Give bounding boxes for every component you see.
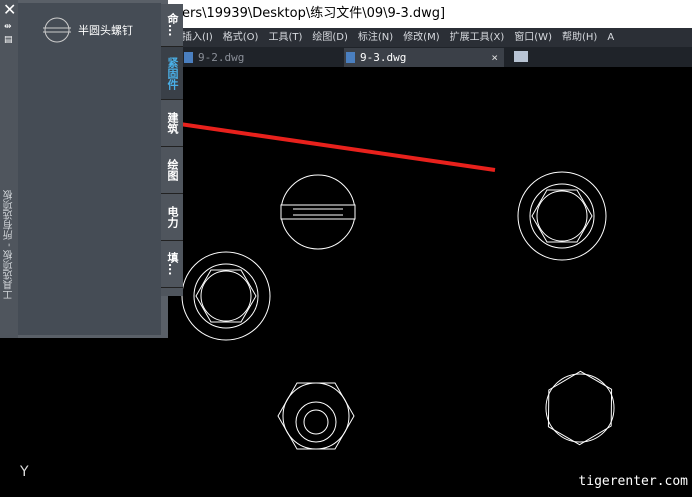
palette-tabs: 命... 紧固件 建筑 绘图 电力 填... [161, 4, 183, 296]
menu-insert[interactable]: 插入(I) [182, 28, 213, 47]
round-head-screw-icon [43, 17, 71, 43]
close-tab-icon[interactable]: × [491, 48, 498, 67]
doc-tab-label: 9-3.dwg [360, 51, 407, 64]
doc-tab-9-3[interactable]: 9-3.dwg × [344, 48, 504, 67]
palette-title: 工具选项板 - 所有选项板 [4, 190, 15, 300]
menu-draw[interactable]: 绘图(D) [312, 28, 348, 47]
hex-nut-drawing-right [517, 171, 607, 261]
new-tab-button[interactable] [514, 51, 528, 62]
palette-tab-electric[interactable]: 电力 [161, 194, 183, 241]
palette-item-round-head-screw[interactable]: 半圆头螺钉 [42, 17, 133, 43]
doc-tab-label: 9-2.dwg [198, 51, 245, 64]
close-icon[interactable]: ✕ [3, 0, 16, 19]
menu-bar: 插入(I) 格式(O) 工具(T) 绘图(D) 标注(N) 修改(M) 扩展工具… [168, 28, 692, 47]
menu-dimension[interactable]: 标注(N) [358, 28, 393, 47]
palette-tab-draw[interactable]: 绘图 [161, 147, 183, 194]
hex-bolt-drawing [277, 382, 355, 450]
doc-tab-9-2[interactable]: 9-2.dwg [182, 48, 332, 67]
menu-window[interactable]: 窗口(W) [514, 28, 552, 47]
menu-modify[interactable]: 修改(M) [403, 28, 439, 47]
menu-more[interactable]: A [607, 28, 614, 47]
palette-content: 半圆头螺钉 [18, 3, 161, 335]
document-tabs: 9-2.dwg 9-3.dwg × [168, 47, 692, 67]
menu-help[interactable]: 帮助(H) [562, 28, 597, 47]
hex-drawing-bottom-right [545, 370, 615, 446]
menu-tools[interactable]: 工具(T) [268, 28, 302, 47]
properties-icon[interactable]: ▤ [4, 35, 13, 45]
palette-title-strip[interactable]: ✕ ⇹ ▤ 工具选项板 - 所有选项板 [0, 0, 18, 338]
palette-tab-hatch[interactable]: 填... [161, 241, 183, 288]
ucs-y-axis-label: Y [20, 464, 29, 480]
palette-tab-architecture[interactable]: 建筑 [161, 100, 183, 147]
menu-format[interactable]: 格式(O) [223, 28, 259, 47]
dwg-file-icon [184, 52, 193, 63]
menu-extension-tools[interactable]: 扩展工具(X) [450, 28, 505, 47]
dwg-file-icon [346, 52, 355, 63]
watermark: tigerenter.com [578, 474, 688, 489]
tool-palette: ✕ ⇹ ▤ 工具选项板 - 所有选项板 半圆头螺钉 命... 紧固件 建筑 绘图… [0, 0, 183, 338]
hex-nut-drawing-left [181, 251, 271, 341]
slotted-screw-drawing [280, 174, 356, 250]
palette-item-label: 半圆头螺钉 [78, 24, 133, 37]
window-title: ers\19939\Desktop\练习文件\09\9-3.dwg] [168, 0, 692, 28]
palette-tab-command[interactable]: 命... [161, 4, 183, 47]
palette-tab-fasteners[interactable]: 紧固件 [161, 47, 183, 100]
auto-hide-icon[interactable]: ⇹ [4, 22, 12, 32]
